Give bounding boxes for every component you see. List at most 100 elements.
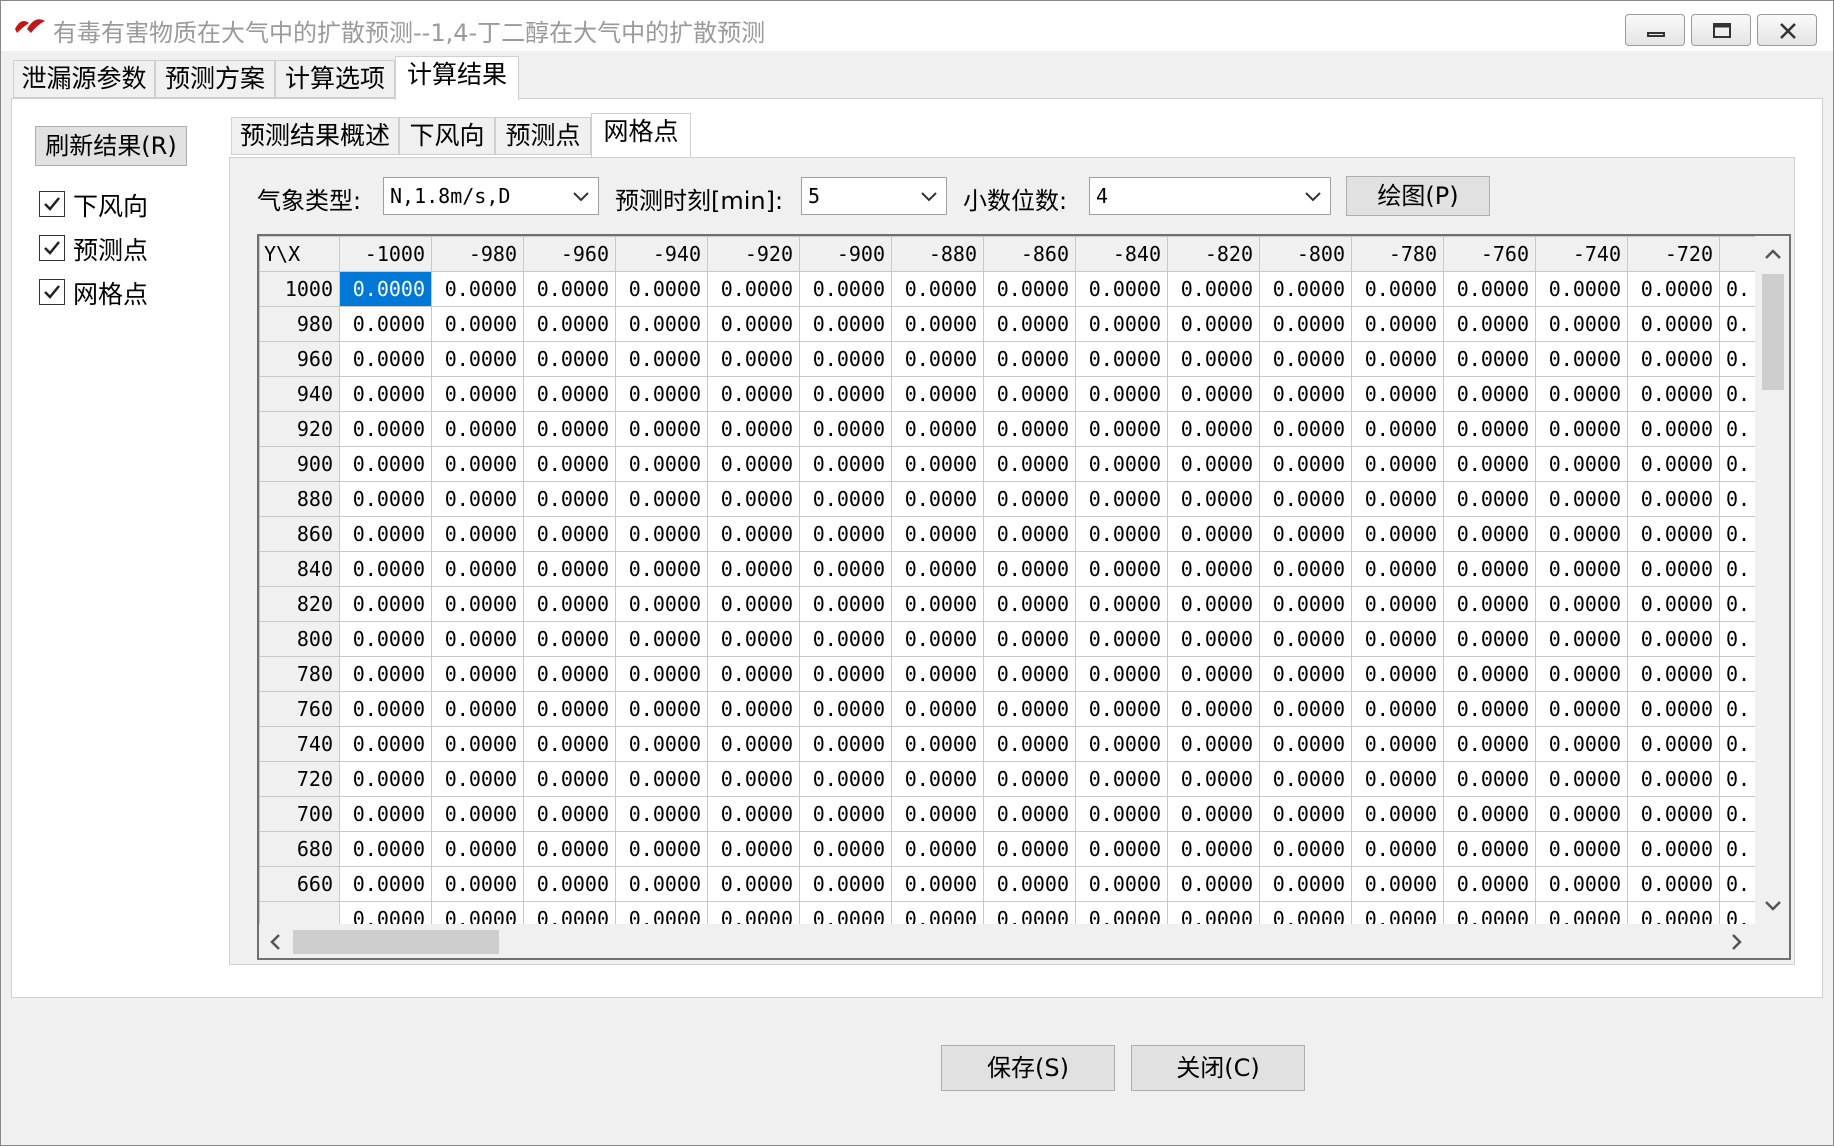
- grid-cell[interactable]: 0.0000: [799, 481, 892, 517]
- grid-cell[interactable]: 0.0000: [1535, 866, 1628, 902]
- grid-cell[interactable]: 0.0000: [983, 831, 1076, 867]
- grid-cell[interactable]: 0.0000: [1443, 796, 1536, 832]
- grid-cell[interactable]: 0.0000: [1627, 621, 1720, 657]
- tab-downwind[interactable]: 下风向: [399, 117, 495, 155]
- minimize-button[interactable]: [1625, 14, 1685, 46]
- grid-cell[interactable]: 0.0000: [1443, 446, 1536, 482]
- grid-cell[interactable]: 0.: [1719, 726, 1757, 762]
- grid-cell[interactable]: 0.0000: [523, 376, 616, 412]
- grid-column-header[interactable]: -740: [1535, 236, 1628, 272]
- grid-cell[interactable]: 0.0000: [1167, 726, 1260, 762]
- grid-column-header[interactable]: -980: [431, 236, 524, 272]
- grid-cell[interactable]: 0.0000: [1075, 761, 1168, 797]
- grid-cell[interactable]: 0.0000: [707, 271, 800, 307]
- grid-cell[interactable]: 0.0000: [431, 656, 524, 692]
- tab-leak-source[interactable]: 泄漏源参数: [13, 60, 155, 98]
- grid-cell[interactable]: 0.0000: [1075, 446, 1168, 482]
- grid-cell[interactable]: 0.0000: [1075, 516, 1168, 552]
- vertical-scroll-thumb[interactable]: [1762, 274, 1784, 390]
- tab-grid-points[interactable]: 网格点: [591, 113, 691, 157]
- grid-cell[interactable]: 0.0000: [891, 551, 984, 587]
- grid-cell[interactable]: 0.0000: [1443, 341, 1536, 377]
- grid-cell[interactable]: 0.0000: [1075, 656, 1168, 692]
- grid-cell[interactable]: 0.0000: [1627, 691, 1720, 727]
- grid-cell[interactable]: 0.0000: [1259, 656, 1352, 692]
- grid-cell[interactable]: 0.0000: [1627, 481, 1720, 517]
- grid-cell[interactable]: 0.0000: [707, 761, 800, 797]
- grid-cell[interactable]: 0.0000: [707, 551, 800, 587]
- grid-cell[interactable]: 0.0000: [339, 271, 432, 307]
- grid-cell[interactable]: 0.0000: [799, 761, 892, 797]
- grid-cell[interactable]: 0.0000: [707, 446, 800, 482]
- grid-cell[interactable]: 0.0000: [1351, 761, 1444, 797]
- grid-cell[interactable]: 0.0000: [615, 411, 708, 447]
- grid-cell[interactable]: 0.0000: [1443, 761, 1536, 797]
- grid-cell[interactable]: 0.0000: [1351, 866, 1444, 902]
- grid-row-header[interactable]: 980: [259, 306, 340, 342]
- grid-cell[interactable]: 0.0000: [523, 726, 616, 762]
- grid-cell[interactable]: 0.0000: [339, 621, 432, 657]
- grid-cell[interactable]: 0.0000: [1075, 901, 1168, 924]
- grid-cell[interactable]: 0.0000: [339, 691, 432, 727]
- grid-cell[interactable]: 0.0000: [1443, 306, 1536, 342]
- grid-cell[interactable]: 0.0000: [1351, 586, 1444, 622]
- grid-cell[interactable]: 0.0000: [523, 271, 616, 307]
- grid-cell[interactable]: 0.0000: [431, 621, 524, 657]
- grid-cell[interactable]: 0.0000: [1627, 656, 1720, 692]
- grid-cell[interactable]: 0.0000: [523, 446, 616, 482]
- grid-row-header[interactable]: 740: [259, 726, 340, 762]
- grid-cell[interactable]: 0.0000: [1167, 901, 1260, 924]
- grid-cell[interactable]: 0.0000: [1535, 656, 1628, 692]
- grid-cell[interactable]: 0.0000: [1075, 866, 1168, 902]
- grid-cell[interactable]: 0.0000: [799, 446, 892, 482]
- grid-cell[interactable]: 0.: [1719, 866, 1757, 902]
- grid-cell[interactable]: 0.0000: [707, 726, 800, 762]
- grid-cell[interactable]: 0.0000: [1443, 656, 1536, 692]
- grid-cell[interactable]: 0.0000: [1443, 586, 1536, 622]
- grid-row-header[interactable]: 760: [259, 691, 340, 727]
- grid-cell[interactable]: 0.0000: [707, 656, 800, 692]
- grid-cell[interactable]: 0.0000: [983, 446, 1076, 482]
- grid-cell[interactable]: 0.0000: [523, 621, 616, 657]
- grid-cell[interactable]: 0.0000: [1167, 341, 1260, 377]
- grid-cell[interactable]: 0.0000: [1535, 446, 1628, 482]
- forecast-time-select[interactable]: 5: [801, 177, 947, 215]
- grid-cell[interactable]: 0.0000: [523, 306, 616, 342]
- grid-cell[interactable]: 0.0000: [799, 621, 892, 657]
- grid-cell[interactable]: 0.0000: [615, 306, 708, 342]
- grid-cell[interactable]: 0.0000: [1627, 306, 1720, 342]
- grid-cell[interactable]: 0.0000: [1535, 726, 1628, 762]
- grid-row-header[interactable]: 960: [259, 341, 340, 377]
- grid-cell[interactable]: 0.0000: [615, 726, 708, 762]
- grid-cell[interactable]: 0.0000: [1167, 481, 1260, 517]
- grid-cell[interactable]: 0.0000: [1167, 621, 1260, 657]
- grid-cell[interactable]: 0.0000: [1627, 831, 1720, 867]
- grid-cell[interactable]: 0.0000: [1535, 306, 1628, 342]
- grid-cell[interactable]: 0.0000: [891, 831, 984, 867]
- grid-cell[interactable]: 0.0000: [431, 271, 524, 307]
- grid-cell[interactable]: 0.0000: [615, 796, 708, 832]
- grid-cell[interactable]: 0.0000: [1075, 306, 1168, 342]
- grid-column-header[interactable]: -840: [1075, 236, 1168, 272]
- grid-cell[interactable]: 0.0000: [431, 341, 524, 377]
- grid-cell[interactable]: 0.0000: [523, 481, 616, 517]
- grid-cell[interactable]: 0.0000: [1443, 866, 1536, 902]
- grid-column-header[interactable]: -940: [615, 236, 708, 272]
- grid-cell[interactable]: 0.0000: [1627, 341, 1720, 377]
- grid-cell[interactable]: 0.: [1719, 901, 1757, 924]
- grid-cell[interactable]: 0.0000: [983, 411, 1076, 447]
- weather-type-select[interactable]: N,1.8m/s,D: [383, 177, 599, 215]
- grid-cell[interactable]: 0.0000: [615, 866, 708, 902]
- grid-cell[interactable]: 0.0000: [1075, 796, 1168, 832]
- grid-cell[interactable]: 0.0000: [1351, 691, 1444, 727]
- grid-cell[interactable]: 0.0000: [1075, 586, 1168, 622]
- refresh-results-button[interactable]: 刷新结果(R): [35, 126, 187, 166]
- grid-column-header[interactable]: -880: [891, 236, 984, 272]
- save-button[interactable]: 保存(S): [941, 1045, 1115, 1091]
- horizontal-scrollbar[interactable]: [259, 924, 1789, 958]
- grid-cell[interactable]: 0.0000: [1443, 516, 1536, 552]
- close-window-button[interactable]: [1757, 14, 1817, 46]
- grid-cell[interactable]: 0.0000: [1535, 551, 1628, 587]
- grid-cell[interactable]: 0.0000: [1259, 446, 1352, 482]
- grid-cell[interactable]: 0.0000: [707, 411, 800, 447]
